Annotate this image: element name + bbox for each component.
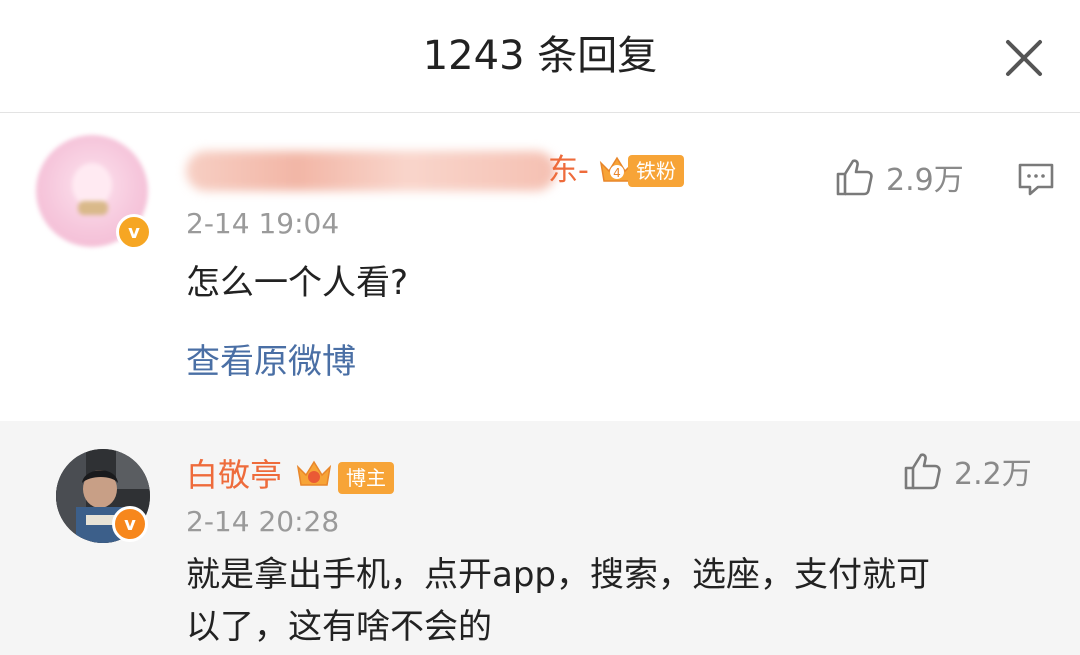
svg-text:4: 4 bbox=[613, 166, 621, 180]
thumbs-up-icon bbox=[836, 159, 873, 196]
like-count: 2.9万 bbox=[886, 163, 964, 198]
crown-icon bbox=[296, 460, 332, 486]
owner-tag-badge: 博主 bbox=[338, 462, 394, 494]
reply-count-title: 1243 条回复 bbox=[422, 33, 658, 79]
comment-bubble-icon[interactable] bbox=[1016, 159, 1056, 199]
reply-comment: v 白敬亭 博主 2-14 20:28 就是拿出手机，点开app，搜索，选座，支… bbox=[0, 421, 1080, 654]
comment-text-line-2: 以了，这有啥不会的 bbox=[186, 607, 492, 647]
like-button[interactable]: 2.9万 bbox=[832, 155, 964, 199]
username-blurred[interactable] bbox=[186, 151, 556, 191]
comment-time: 2-14 19:04 bbox=[186, 207, 340, 240]
comment-text-line-1: 就是拿出手机，点开app，搜索，选座，支付就可 bbox=[186, 555, 930, 595]
thumbs-up-icon bbox=[904, 453, 941, 490]
close-button[interactable] bbox=[996, 30, 1052, 86]
verified-badge-icon: v bbox=[112, 506, 148, 542]
username-suffix[interactable]: 东- bbox=[548, 149, 589, 193]
comment-time: 2-14 20:28 bbox=[186, 505, 340, 538]
close-icon bbox=[1006, 40, 1042, 76]
verified-badge-icon: v bbox=[116, 214, 152, 250]
main-comment: v 东- 4 铁粉 2-14 19:04 怎么一个人看? 查看原微博 2.9万 bbox=[0, 113, 1080, 421]
reply-username[interactable]: 白敬亭 bbox=[186, 451, 282, 499]
view-original-link[interactable]: 查看原微博 bbox=[186, 338, 356, 386]
like-count: 2.2万 bbox=[954, 457, 1032, 492]
comment-text: 怎么一个人看? bbox=[186, 263, 409, 303]
fan-tag-badge: 铁粉 bbox=[628, 155, 684, 187]
like-button[interactable]: 2.2万 bbox=[900, 449, 1032, 493]
dialog-header: 1243 条回复 bbox=[0, 0, 1080, 113]
